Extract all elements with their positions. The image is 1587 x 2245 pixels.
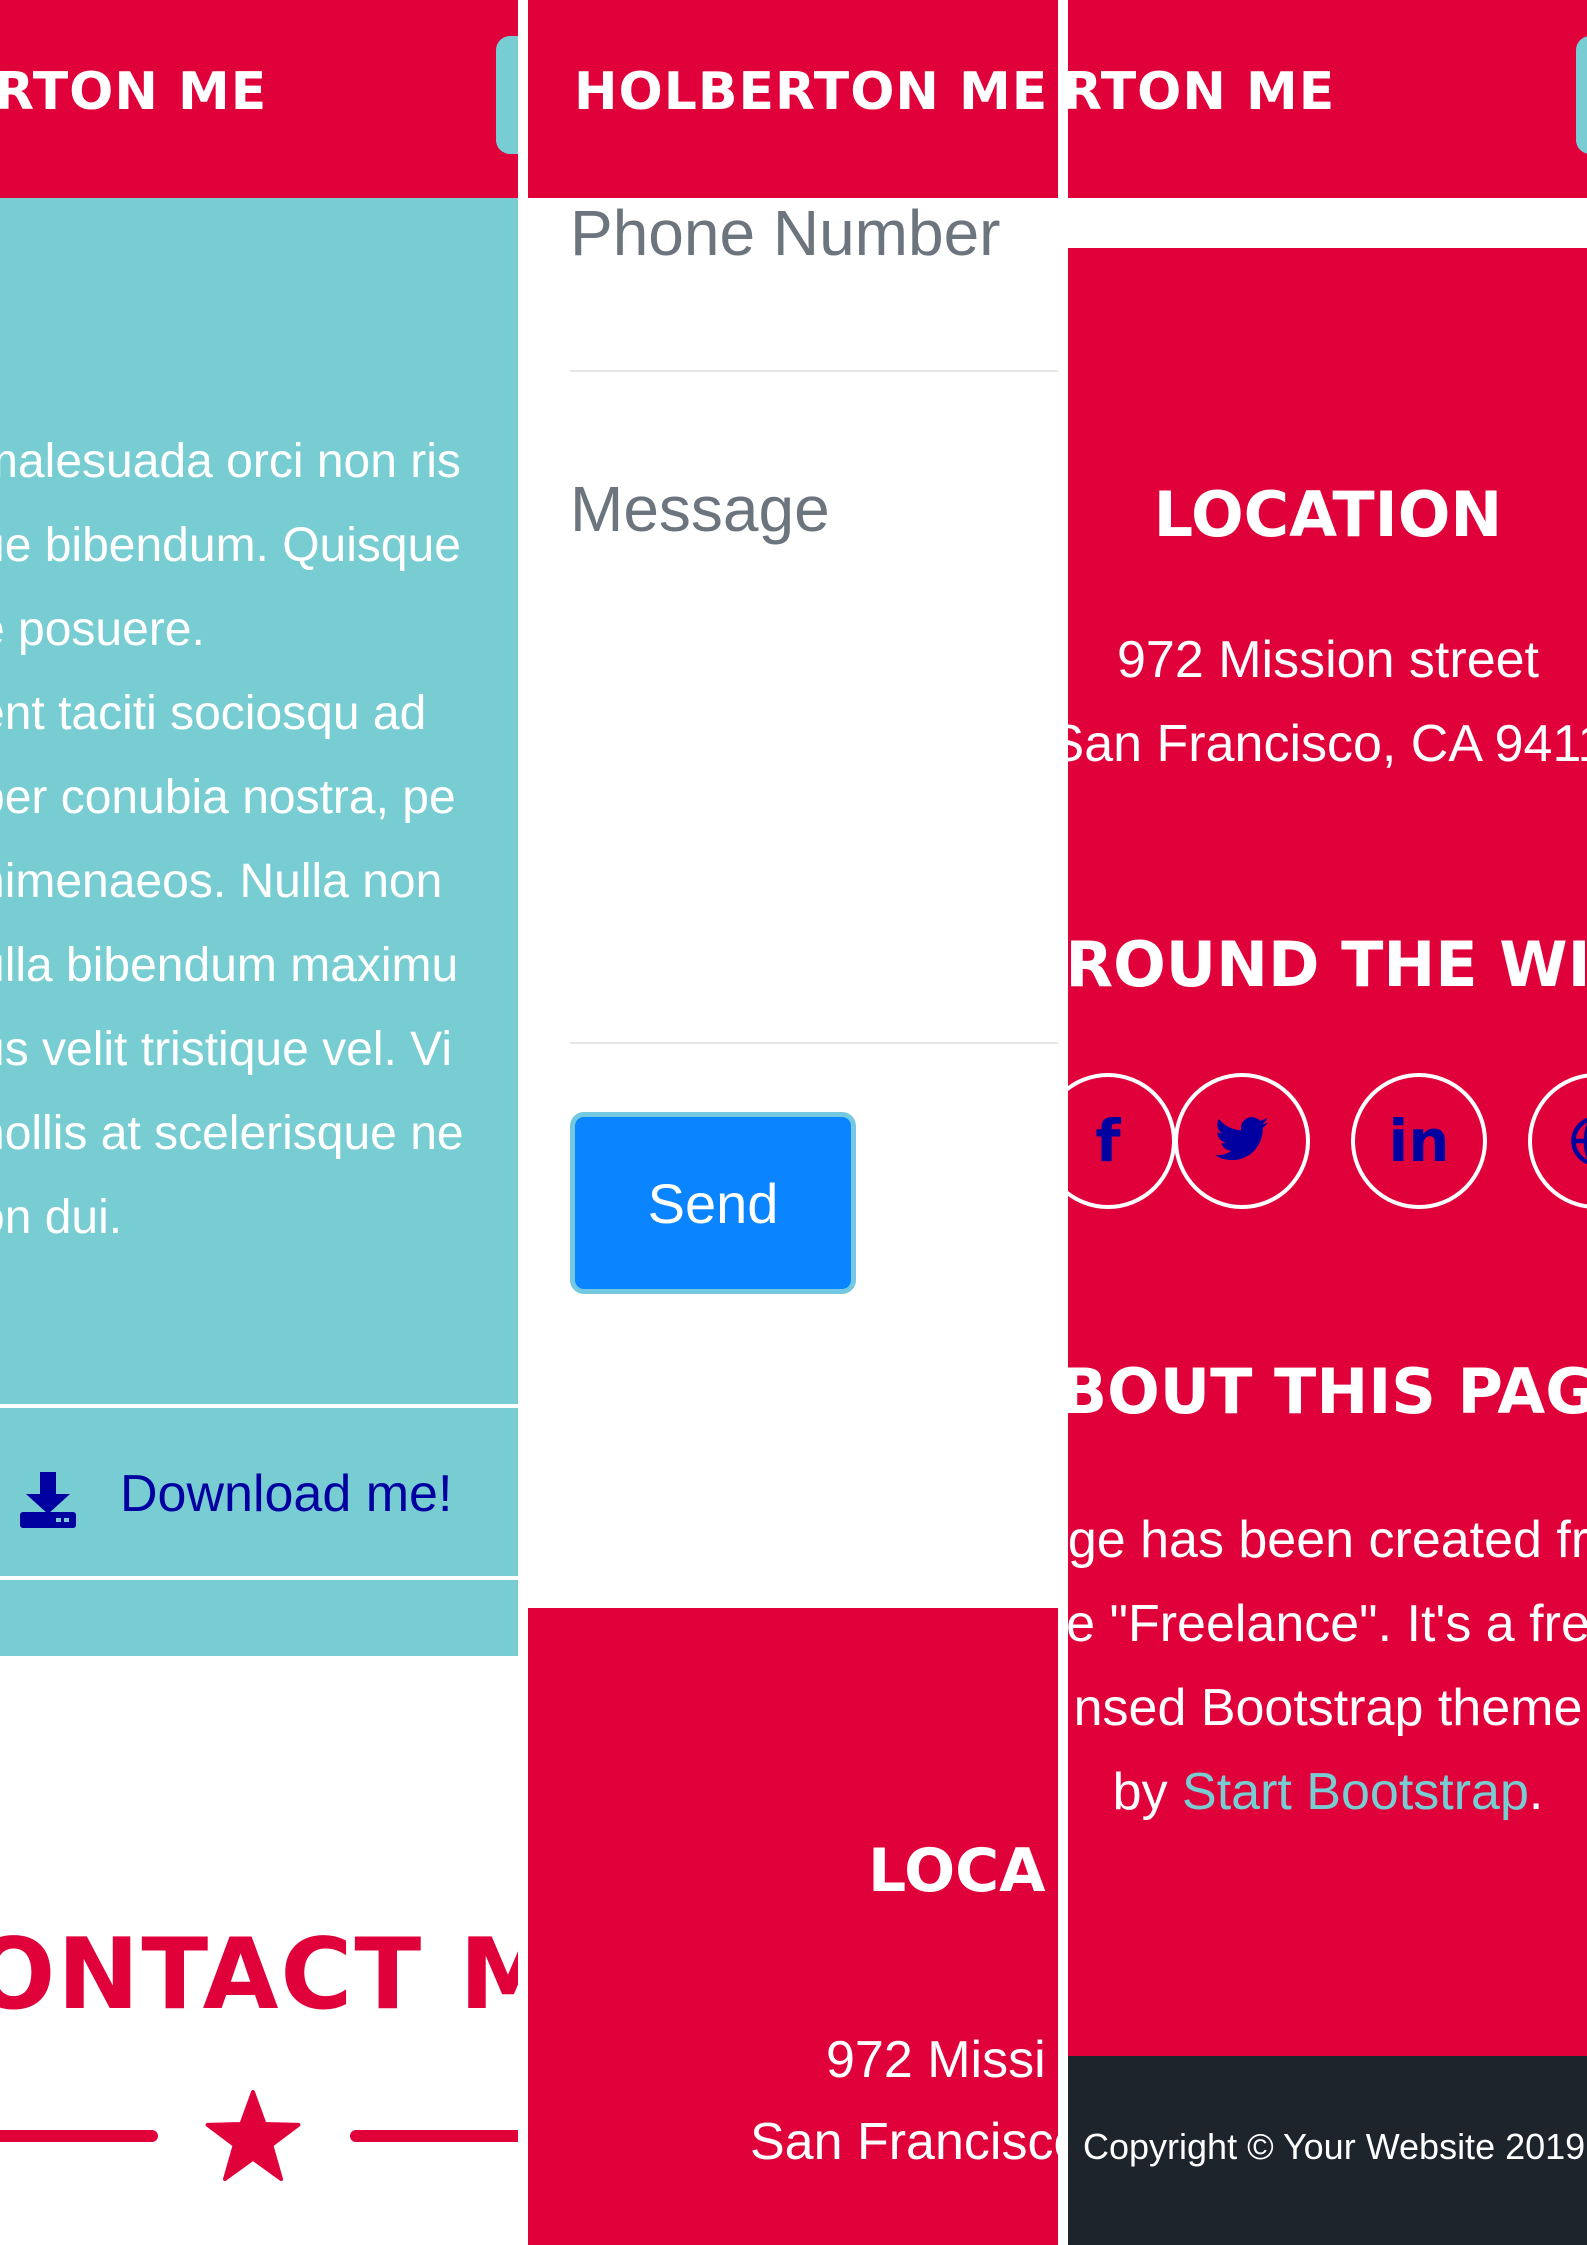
about-page-line: e "Freelance". It's a fre	[1068, 1595, 1587, 1653]
footer: LOCATION 972 Mission street San Francisc…	[1068, 248, 1587, 2056]
address-line-2: San Francisco, CA 9411	[1068, 715, 1587, 773]
about-page-line: ge has been created fr	[1068, 1511, 1587, 1569]
about-page-credit: by Start Bootstrap.	[1068, 1762, 1587, 1822]
about-this-page-heading: BOUT THIS PAG	[1068, 1355, 1587, 1428]
about-line: us velit tristique vel. Vi	[0, 1023, 452, 1076]
navbar-brand[interactable]: RTON ME	[0, 62, 267, 122]
about-line: per conubia nostra, pe	[0, 771, 456, 824]
about-line: nollis at scelerisque ne	[0, 1107, 464, 1160]
about-line: ue bibendum. Quisque	[0, 519, 461, 572]
linkedin-icon: in	[1388, 1107, 1450, 1175]
message-field[interactable]: Message	[570, 472, 830, 546]
about-page-line: nsed Bootstrap theme	[1073, 1679, 1583, 1737]
navbar: RTON ME	[1068, 0, 1587, 198]
navbar: RTON ME	[0, 0, 518, 198]
copyright-text: Copyright © Your Website 2019	[1083, 2126, 1586, 2167]
twitter-icon	[1215, 1117, 1269, 1161]
facebook-link[interactable]: f	[1068, 1073, 1176, 1209]
around-the-web-heading: ROUND THE WI	[1068, 928, 1587, 1001]
copyright-bar: Copyright © Your Website 2019	[1068, 2056, 1587, 2245]
message-field-underline	[570, 1042, 1058, 1044]
start-bootstrap-link[interactable]: Start Bootstrap	[1182, 1763, 1529, 1821]
location-heading: LOCATION	[1153, 478, 1503, 551]
navbar-brand[interactable]: HOLBERTON ME	[574, 62, 1048, 122]
navbar: HOLBERTON ME	[528, 0, 1058, 198]
about-line: on dui.	[0, 1191, 123, 1244]
navbar-brand[interactable]: RTON ME	[1068, 62, 1335, 122]
download-icon	[20, 1472, 76, 1528]
viewport-panel-contact: HOLBERTON ME Phone Number Message Send L…	[528, 0, 1058, 2245]
location-heading: LOCA	[868, 1836, 1046, 1906]
navbar-toggler-button[interactable]	[496, 36, 518, 154]
about-line: ulla bibendum maximu	[0, 939, 459, 992]
about-line: malesuada orci non ris	[0, 435, 461, 488]
divider-line-left	[0, 2130, 158, 2142]
credit-by: by	[1112, 1763, 1183, 1821]
star-divider	[0, 2090, 518, 2182]
linkedin-link[interactable]: in	[1351, 1073, 1487, 1209]
about-line: e posuere.	[0, 603, 205, 656]
send-button[interactable]: Send	[570, 1112, 856, 1294]
address-line-1: 972 Missi	[826, 2031, 1046, 2089]
globe-link[interactable]	[1528, 1073, 1587, 1209]
download-label: Download me!	[120, 1465, 453, 1523]
download-button[interactable]: Download me!	[0, 1404, 518, 1580]
navbar-toggler-button[interactable]	[1576, 36, 1587, 154]
about-line: nimenaeos. Nulla non	[0, 855, 443, 908]
viewport-panel-footer: RTON ME LOCATION 972 Mission street San …	[1068, 0, 1587, 2245]
phone-number-field[interactable]: Phone Number	[570, 196, 1000, 270]
about-line: ent taciti sociosqu ad	[0, 687, 427, 740]
globe-icon	[1571, 1117, 1587, 1165]
viewport-panel-about: RTON ME malesuada orci non ris ue bibend…	[0, 0, 518, 2245]
divider-line-right	[350, 2130, 518, 2142]
contact-heading: ONTACT M	[0, 1918, 518, 2032]
star-icon	[205, 2090, 301, 2182]
about-section: malesuada orci non ris ue bibendum. Quis…	[0, 198, 518, 1656]
about-paragraph: malesuada orci non ris ue bibendum. Quis…	[0, 420, 518, 1260]
phone-field-underline	[570, 370, 1058, 372]
facebook-icon: f	[1095, 1107, 1121, 1175]
address-line-2: San Francisco	[750, 2113, 1058, 2171]
footer: LOCA 972 Missi San Francisco	[528, 1608, 1058, 2245]
twitter-link[interactable]	[1174, 1073, 1310, 1209]
address-line-1: 972 Mission street	[1117, 631, 1539, 689]
credit-period: .	[1528, 1763, 1544, 1821]
